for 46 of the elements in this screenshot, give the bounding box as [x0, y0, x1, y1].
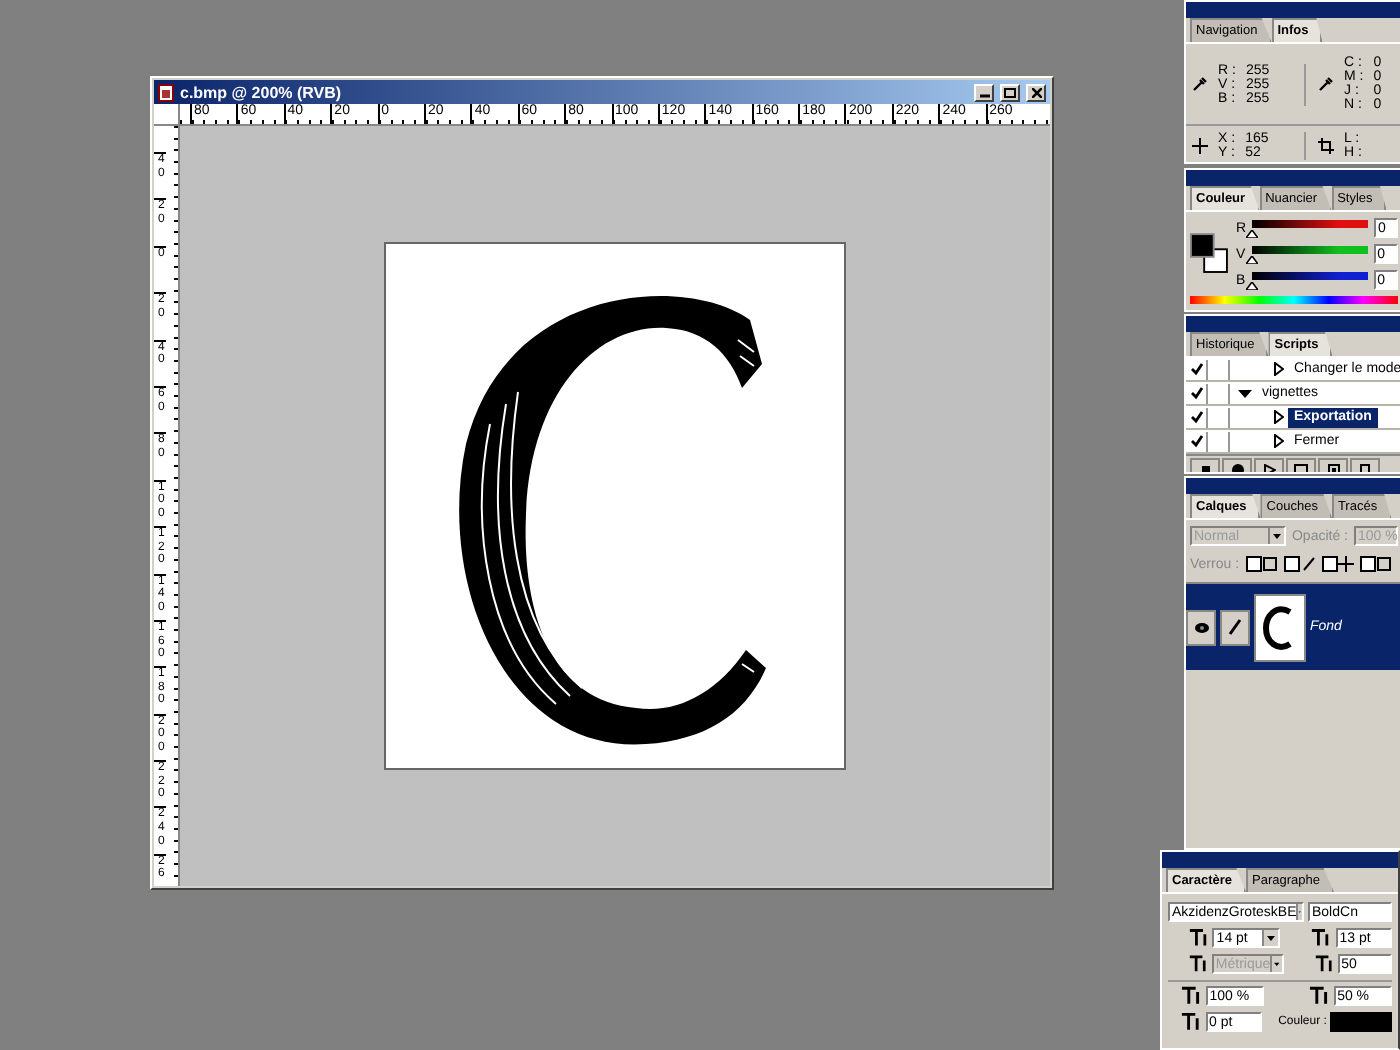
- crosshair-icon: [1192, 138, 1208, 154]
- new-item-icon: [1327, 463, 1339, 472]
- stop-icon: [1201, 465, 1209, 472]
- folder-icon: [1294, 464, 1308, 472]
- close-button[interactable]: [1026, 83, 1046, 101]
- font-size-icon: [1188, 928, 1209, 948]
- dropdown-arrow-icon[interactable]: [1262, 930, 1279, 946]
- crop-icon: [1318, 138, 1334, 154]
- kerning-icon: [1188, 954, 1208, 974]
- expand-triangle-icon[interactable]: [1238, 387, 1252, 399]
- horizontal-scale-icon: [1307, 986, 1330, 1006]
- lock-pixels-icon[interactable]: [1283, 556, 1316, 572]
- color-swatches-icon[interactable]: [1190, 232, 1228, 276]
- dropdown-arrow-icon[interactable]: [1270, 956, 1282, 972]
- slider-thumb[interactable]: [1246, 229, 1258, 237]
- leading-icon: [1310, 928, 1332, 948]
- play-icon: [1263, 463, 1275, 472]
- eyedropper-icon: [1192, 76, 1208, 92]
- window-title: c.bmp @ 200% (RVB): [180, 83, 344, 101]
- baseline-shift-icon: [1180, 1012, 1201, 1032]
- eye-icon: [1193, 621, 1209, 633]
- vertical-scale-icon: [1180, 986, 1202, 1006]
- slider-thumb[interactable]: [1245, 255, 1258, 263]
- color-spectrum[interactable]: [1190, 296, 1398, 304]
- trash-icon: [1360, 463, 1370, 472]
- layer-thumbnail: [1254, 593, 1306, 661]
- slider-thumb[interactable]: [1245, 281, 1258, 289]
- maximize-icon: [1004, 87, 1016, 97]
- checkbox[interactable]: [1186, 431, 1208, 451]
- lock-all-icon[interactable]: [1359, 556, 1392, 572]
- dropdown-arrow-icon[interactable]: [1267, 528, 1284, 544]
- minimize-button[interactable]: [974, 83, 994, 101]
- visibility-toggle[interactable]: [1186, 609, 1216, 645]
- lock-position-icon[interactable]: [1321, 556, 1354, 572]
- checkbox[interactable]: [1186, 407, 1208, 427]
- record-icon: [1231, 463, 1243, 472]
- eyedropper-icon: [1318, 76, 1334, 92]
- checkbox[interactable]: [1186, 359, 1208, 379]
- tracking-icon: [1313, 954, 1334, 974]
- checkbox[interactable]: [1186, 383, 1208, 403]
- maximize-button[interactable]: [1000, 83, 1020, 101]
- close-icon: [1031, 87, 1041, 97]
- collapsed-triangle-icon[interactable]: [1274, 362, 1284, 376]
- brush-icon[interactable]: [1220, 609, 1250, 645]
- lock-transparency-icon[interactable]: [1245, 556, 1278, 572]
- text-color-swatch[interactable]: [1330, 1012, 1392, 1032]
